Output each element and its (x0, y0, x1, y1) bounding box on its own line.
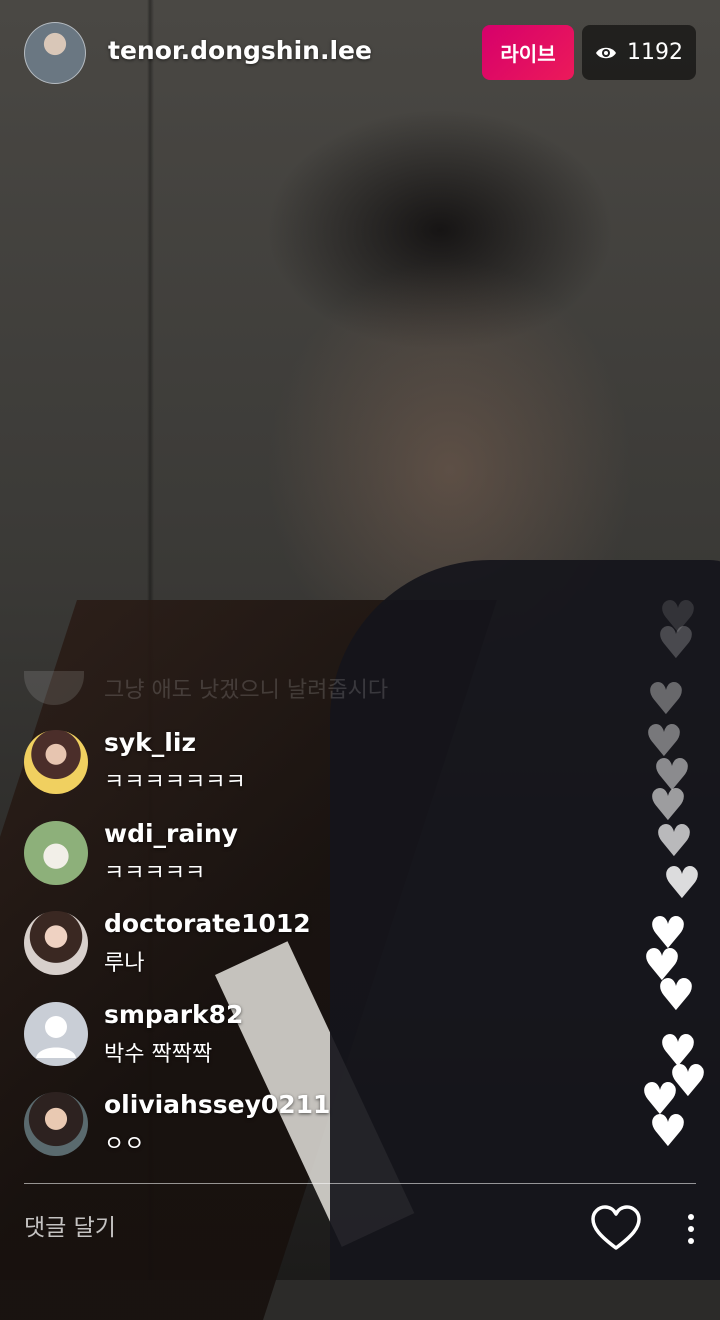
commenter-avatar[interactable] (24, 821, 88, 885)
host-username[interactable]: tenor.dongshin.lee (108, 36, 372, 65)
eye-icon (596, 47, 616, 58)
commenter-username[interactable]: smpark82 (104, 1000, 243, 1029)
commenter-username[interactable]: syk_liz (104, 728, 196, 757)
comment-text: 루나 (104, 951, 145, 976)
live-badge: 라이브 (482, 25, 574, 80)
footer-divider (24, 1183, 696, 1184)
fading-comment-text: 그냥 애도 낫겠으니 날려줍시다 (104, 678, 389, 703)
comment-text: 박수 짝짝짝 (104, 1042, 213, 1067)
fading-comment-avatar (24, 671, 84, 705)
comment-text: ㅇㅇ (104, 1132, 145, 1157)
live-video-stream (0, 0, 720, 1320)
comment-item: doctorate1012 루나 (24, 909, 584, 983)
like-button[interactable] (590, 1204, 642, 1252)
commenter-username[interactable]: wdi_rainy (104, 819, 238, 848)
fading-comment: 그냥 애도 낫겠으니 날려줍시다 (24, 668, 584, 708)
commenter-avatar[interactable] (24, 730, 88, 794)
comment-item: wdi_rainy ㅋㅋㅋㅋㅋ (24, 819, 584, 893)
comment-text: ㅋㅋㅋㅋㅋ (104, 861, 206, 886)
comment-item: oliviahssey0211 ㅇㅇ (24, 1090, 584, 1164)
commenter-avatar[interactable] (24, 1002, 88, 1066)
viewer-count-badge[interactable]: 1192 (582, 25, 696, 80)
live-header: tenor.dongshin.lee 라이브 1192 (0, 0, 720, 104)
commenter-username[interactable]: oliviahssey0211 (104, 1090, 330, 1119)
viewer-count: 1192 (627, 40, 683, 65)
default-person-icon (36, 1016, 76, 1058)
comment-item: smpark82 박수 짝짝짝 (24, 1000, 584, 1074)
comment-input[interactable]: 댓글 달기 (24, 1208, 564, 1248)
heart-outline-icon (591, 1205, 641, 1250)
commenter-username[interactable]: doctorate1012 (104, 909, 311, 938)
comment-item: syk_liz ㅋㅋㅋㅋㅋㅋㅋ (24, 728, 584, 802)
more-options-button[interactable] (678, 1208, 704, 1250)
host-avatar[interactable] (24, 22, 86, 84)
commenter-avatar[interactable] (24, 911, 88, 975)
commenter-avatar[interactable] (24, 1092, 88, 1156)
comment-text: ㅋㅋㅋㅋㅋㅋㅋ (104, 770, 246, 795)
